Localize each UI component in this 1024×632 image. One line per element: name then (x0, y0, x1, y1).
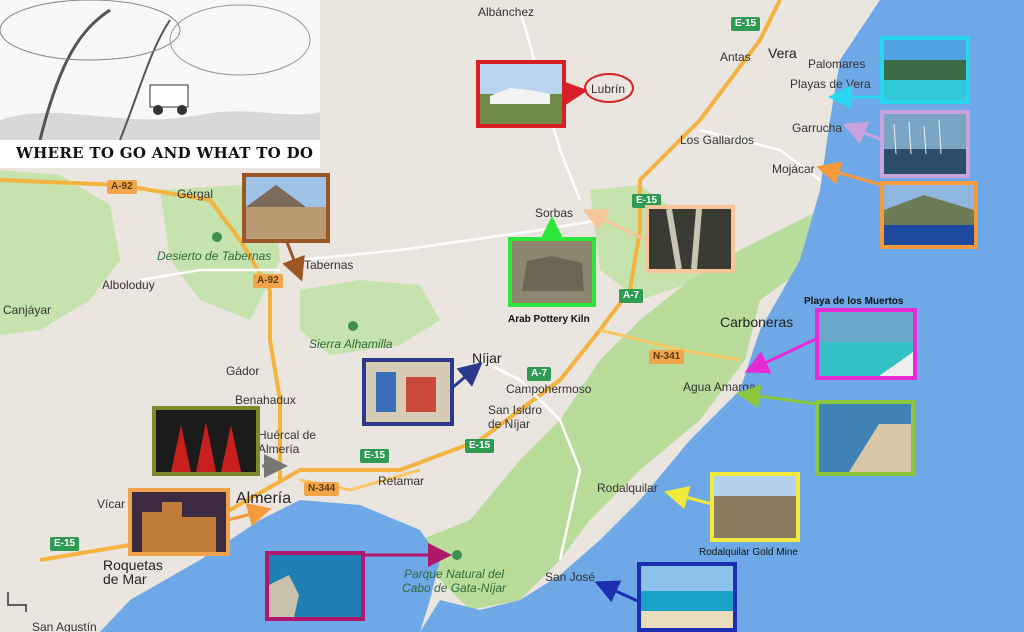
banner: WHERE TO GO AND WHAT TO DO (0, 0, 320, 168)
road-shield: E-15 (50, 537, 80, 551)
road-shield: N-341 (649, 350, 685, 364)
town-antas: Antas (720, 50, 751, 64)
park-marker (212, 232, 222, 242)
town-albanchez: Albánchez (478, 5, 535, 19)
town-huercal: Huércal de Almería (258, 428, 317, 456)
sketch-illustration (0, 0, 320, 141)
photo-nijar (362, 358, 454, 426)
caption-pottery: Arab Pottery Kiln (508, 314, 590, 325)
road-shield: A-92 (253, 274, 283, 288)
photo-cabo-gata (265, 551, 365, 621)
caption-rodalquilar: Rodalquilar Gold Mine (699, 547, 798, 558)
town-tabernas: Tabernas (304, 258, 354, 272)
town-agua-amarga: Agua Amarga (683, 380, 756, 394)
town-san-isidro: San Isidro de Níjar (488, 403, 543, 431)
photo-flamenco (152, 406, 260, 476)
park-desierto: Desierto de Tabernas (157, 249, 272, 263)
town-nijar: Níjar (472, 350, 502, 366)
photo-agua-amarga (815, 400, 915, 476)
photo-sorbas-caves (645, 205, 735, 273)
photo-tabernas (242, 173, 330, 243)
lubrin-highlight (584, 73, 634, 103)
park-sierra-alhamilla: Sierra Alhamilla (309, 337, 393, 351)
town-san-agustin: San Agustín (32, 620, 97, 632)
town-retamar: Retamar (378, 474, 425, 488)
road-shield: A-7 (527, 367, 552, 381)
photo-alcazaba (128, 488, 230, 556)
park-marker (452, 550, 462, 560)
town-carboneras: Carboneras (720, 314, 794, 330)
photo-san-jose (637, 562, 737, 632)
park-cabo-gata: Parque Natural del Cabo de Gata-Níjar (402, 567, 507, 595)
town-canjayar: Canjáyar (3, 303, 52, 317)
town-gergal: Gérgal (177, 187, 214, 201)
banner-title: WHERE TO GO AND WHAT TO DO (16, 144, 314, 162)
town-benahadux: Benahadux (235, 393, 296, 407)
town-alboloduy: Alboloduy (102, 278, 155, 292)
town-vicar: Vícar (97, 497, 126, 511)
town-gador: Gádor (226, 364, 260, 378)
town-rodalquilar: Rodalquilar (597, 481, 658, 495)
town-garrucha: Garrucha (792, 121, 843, 135)
photo-rodalquilar (710, 472, 800, 542)
photo-playas-vera (880, 36, 970, 104)
town-vera: Vera (768, 45, 797, 61)
park-marker (348, 321, 358, 331)
town-los-gallardos: Los Gallardos (680, 133, 755, 147)
road-shield: E-15 (731, 17, 761, 31)
photo-lubrin (476, 60, 566, 128)
photo-pottery (508, 237, 596, 307)
town-campohermoso: Campohermoso (506, 382, 592, 396)
road-shield: A-92 (107, 180, 137, 194)
town-almeria: Almería (236, 490, 292, 507)
photo-mojacar (880, 181, 978, 249)
town-sorbas: Sorbas (535, 206, 574, 220)
road-shield: E-15 (465, 439, 495, 453)
town-san-jose: San José (545, 570, 596, 584)
town-roquetas: Roquetas de Mar (103, 557, 163, 587)
photo-garrucha (880, 110, 970, 178)
caption-muertos: Playa de los Muertos (804, 296, 904, 307)
road-shield: A-7 (619, 289, 644, 303)
map: WHERE TO GO AND WHAT TO DO Albánchez Ant… (0, 0, 1024, 632)
road-shield: N-344 (304, 482, 340, 496)
photo-muertos (815, 308, 917, 380)
town-playas-vera: Playas de Vera (790, 77, 871, 91)
road-shield: E-15 (360, 449, 390, 463)
town-mojacar: Mojácar (772, 162, 815, 176)
town-palomares: Palomares (808, 57, 866, 71)
